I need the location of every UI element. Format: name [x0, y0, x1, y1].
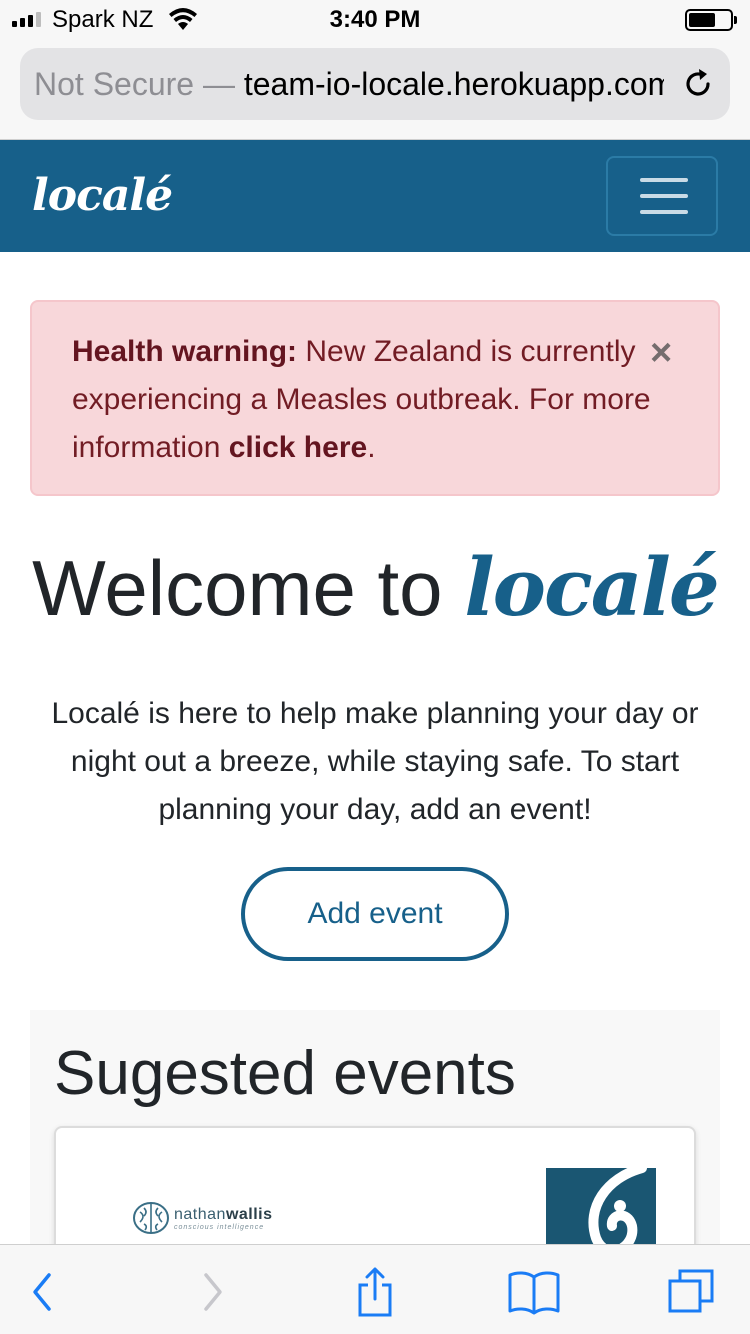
battery-icon [685, 9, 737, 31]
add-event-button[interactable]: Add event [241, 867, 509, 961]
alert-heading: Health warning: [72, 335, 298, 368]
suggested-events-title: Sugested events [54, 1039, 516, 1108]
event-logo: nathanwallis conscious intelligence [132, 1200, 273, 1236]
address-bar[interactable]: Not Secure — team-io-locale.herokuapp.co… [20, 48, 730, 120]
event-logo-light: nathan [174, 1205, 226, 1223]
security-label: Not Secure — [34, 66, 235, 102]
url-display[interactable]: Not Secure — team-io-locale.herokuapp.co… [34, 66, 664, 103]
welcome-logo: localé [464, 540, 720, 634]
back-icon[interactable] [17, 1267, 71, 1317]
menu-toggle-button[interactable] [606, 156, 718, 236]
health-warning-alert: Health warning: New Zealand is currently… [30, 300, 720, 496]
bookmarks-icon[interactable] [507, 1267, 561, 1317]
alert-period: . [367, 431, 376, 464]
reload-icon[interactable] [680, 66, 716, 102]
browser-address-area: Not Secure — team-io-locale.herokuapp.co… [0, 40, 750, 140]
share-icon[interactable] [348, 1267, 402, 1317]
welcome-prefix: Welcome to [32, 544, 443, 632]
clock: 3:40 PM [329, 6, 421, 33]
site-navbar: localé [0, 140, 750, 252]
brand-logo[interactable]: localé [32, 170, 173, 221]
brain-icon [133, 1202, 169, 1234]
status-bar: Spark NZ 3:40 PM [0, 0, 750, 40]
url-text: team-io-locale.herokuapp.com [243, 66, 664, 102]
alert-link[interactable]: click here [229, 431, 367, 464]
battery-level [689, 13, 715, 27]
event-logo-tagline: conscious intelligence [174, 1223, 265, 1231]
alert-message: Health warning: New Zealand is currently… [72, 328, 682, 472]
page-title: Welcome to localé [0, 540, 750, 634]
browser-toolbar [0, 1244, 750, 1334]
close-icon[interactable]: × [650, 332, 672, 375]
forward-icon[interactable] [184, 1267, 238, 1317]
tabs-icon[interactable] [664, 1267, 718, 1317]
intro-text: Localé is here to help make planning you… [51, 697, 699, 826]
event-logo-bold: wallis [225, 1205, 273, 1223]
